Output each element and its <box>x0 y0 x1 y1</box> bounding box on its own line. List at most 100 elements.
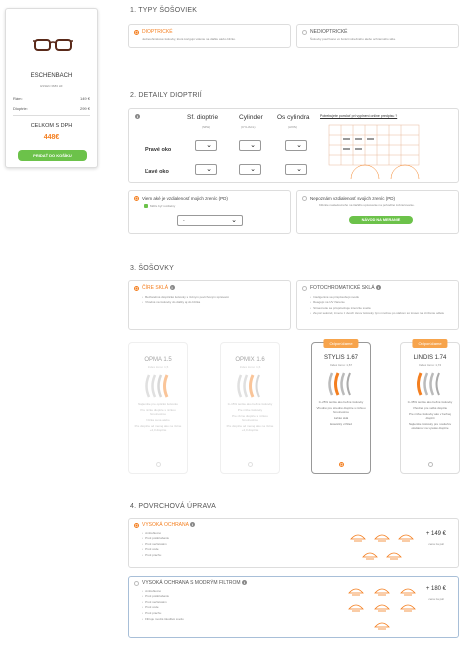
frame-label: Rám: <box>13 96 23 101</box>
brand-name: ESCHENBACH <box>30 73 73 79</box>
pd-unknown-desc: Kliknite nasledovného na tlačidlo upisov… <box>319 203 415 207</box>
radio-surface-high[interactable] <box>134 523 139 528</box>
surface-option-high[interactable]: VYSOKÁ OCHRANA i Antireflexné Proti pošk… <box>128 518 459 568</box>
info-icon[interactable]: i <box>241 580 247 586</box>
lens-index: Index lomu: 1,74 <box>418 363 442 367</box>
list-item: Proti poškriabaniu <box>142 594 184 598</box>
photo-label-text: FOTOCHROMATICKÉ SKLÁ <box>310 285 375 291</box>
lens-feature: 0–25% tenšie ako bežné šošovky <box>318 400 364 404</box>
radio-nondioptric[interactable] <box>302 30 307 35</box>
help-link[interactable]: Potrebujete pomôcť pri vyplnení online p… <box>320 114 397 118</box>
col-cyl-sub: (CYL/ACL) <box>241 125 256 129</box>
clear-label: ČÍRE SKLÁ i <box>142 285 175 291</box>
sph-left-select[interactable]: ⌄ <box>195 164 217 175</box>
surface-price: + 180 € <box>425 586 446 592</box>
section-3-title: 3. ŠOŠOVKY <box>130 265 175 272</box>
cyl-right-select[interactable]: ⌄ <box>239 140 261 151</box>
row-right-eye: Pravé oko <box>145 147 172 153</box>
lens-card-lindis[interactable]: Odporúčame LINDIS 1.74 Index lomu: 1,74 … <box>400 339 460 474</box>
surface-features: Antireflexné Proti poškriabaniu Proti ne… <box>142 587 184 622</box>
lens-feature: Pre nízke šošovky <box>237 408 263 412</box>
clear-features: Bezfarebné dioptrické šošovky s rôznym p… <box>142 293 287 306</box>
lens-feature: Najtenšie šošovky pre nositeľov okuliaro… <box>408 422 452 430</box>
add-to-cart-button[interactable]: PRIDAŤ DO KOŠÍKU <box>18 150 87 161</box>
radio-clear[interactable] <box>134 286 139 291</box>
pd-select[interactable]: - ⌄ <box>177 215 243 226</box>
lens-feature: 0–15% tenšie ako bežné šošovky <box>227 402 273 406</box>
radio-dioptric[interactable] <box>134 30 139 35</box>
measurement-guide-button[interactable]: NÁVOD NA MERANIE <box>349 216 413 224</box>
option-desc: Jednoohniskové šošovky, ktoré korigujú v… <box>142 37 236 41</box>
total-label: CELKOM S DPH <box>30 123 73 129</box>
list-item: Inteligentné sa prispôsobujú svetlu <box>310 295 455 299</box>
clear-lenses-option[interactable]: ČÍRE SKLÁ i Bezfarebné dioptrické šošovk… <box>128 280 291 330</box>
recommended-badge: Odporúčame <box>323 339 359 348</box>
lens-price: 299 € <box>79 106 90 111</box>
pd-known-label: Viem aké je vzdialenosť mojich zreníc (P… <box>142 196 228 201</box>
info-icon[interactable]: i <box>375 285 381 291</box>
lens-index: Index lomu: 1,5 <box>147 365 169 369</box>
prescription-card: i Sf. dioptrie (SPH) Cylinder (CYL/ACL) … <box>128 108 459 183</box>
info-icon[interactable]: i <box>169 285 175 291</box>
coating-icons <box>348 588 416 630</box>
list-item: Proti nečistotám <box>142 542 169 546</box>
lens-feature: Nízka cena alebo <box>146 418 170 422</box>
lens-feature: Estetický vzhľad <box>330 422 352 426</box>
lens-card-stylis[interactable]: Odporúčame STYLIS 1.67 Index lomu: 1,67 … <box>311 339 371 474</box>
lens-card-opmix[interactable]: OPMIX 1.6 Index lomu: 1,6 0–15% tenšie a… <box>220 342 280 474</box>
list-item: Stmavnutie sa prispôsobuje intenzite sve… <box>310 306 455 310</box>
radio-lens-lindis[interactable] <box>428 462 433 467</box>
pd-known-card[interactable]: Viem aké je vzdialenosť mojich zreníc (P… <box>128 190 291 234</box>
surface-label: VYSOKÁ OCHRANA S MODRÝM FILTROM i <box>142 580 247 586</box>
sph-right-select[interactable]: ⌄ <box>195 140 217 151</box>
pd-select-value: - <box>183 218 185 224</box>
lens-type-option-dioptric[interactable]: DIOPTRICKÉ Jednoohniskové šošovky, ktoré… <box>128 24 291 48</box>
recommended-badge: Odporúčame <box>412 339 448 348</box>
checkbox-icon[interactable] <box>144 204 148 208</box>
lens-label: Dioptrie: <box>13 106 28 111</box>
lens-profile-icon <box>145 374 169 398</box>
row-left-eye: Ľavé oko <box>145 169 169 175</box>
section-2-title: 2. DETAILY DIOPTRIÍ <box>130 92 202 99</box>
prescription-example-image <box>328 124 420 180</box>
photochromic-lenses-option[interactable]: FOTOCHROMATICKÉ SKLÁ i Inteligentné sa p… <box>296 280 459 330</box>
col-axis-label: Os cylindra <box>277 114 310 121</box>
list-item: Bezfarebné dioptrické šošovky s rôznym p… <box>142 295 287 299</box>
lens-card-opma[interactable]: OPMA 1.5 Index lomu: 1,5 Najtenšie pre o… <box>128 342 188 474</box>
lens-feature: 0–35% tenšie ako bežné šošovky <box>407 400 453 404</box>
model-name: ESSEN 3683 HF <box>40 84 63 88</box>
total-price: 448€ <box>43 134 60 141</box>
photo-features: Inteligentné sa prispôsobujú svetlu Reag… <box>310 293 455 317</box>
info-icon[interactable]: i <box>135 114 140 119</box>
lens-feature: Najtenšie pre optickú šošovku <box>138 402 178 406</box>
radio-pd-known[interactable] <box>134 196 139 201</box>
radio-pd-unknown[interactable] <box>302 196 307 201</box>
list-item: Proti nečistotám <box>142 600 184 604</box>
radio-lens-opma[interactable] <box>156 462 161 467</box>
radio-lens-opmix[interactable] <box>248 462 253 467</box>
lens-feature: Pre rôzne dioptrie s nízkou hmotnosťou <box>232 414 268 422</box>
radio-lens-stylis[interactable] <box>339 462 344 467</box>
surface-label-text: VYSOKÁ OCHRANA <box>142 522 189 528</box>
lens-feature: Pre dioptrie od menej ako na rôzne +2,0 … <box>134 424 182 432</box>
list-item: Proti poškriabaniu <box>142 536 169 540</box>
surface-option-blue-filter[interactable]: VYSOKÁ OCHRANA S MODRÝM FILTROM i Antire… <box>128 576 459 638</box>
axis-left-select[interactable]: ⌄ <box>285 164 307 175</box>
lens-feature: Vhodné pre stredné dioptrie s nízkou hmo… <box>316 406 366 414</box>
lens-type-option-nondioptric[interactable]: NEDIOPTRICKÉ Šošovky používané vo funkci… <box>296 24 459 48</box>
lens-feature: Ľahké sklá <box>333 416 349 420</box>
surface-features: Antireflexné Proti poškriabaniu Proti ne… <box>142 529 169 559</box>
product-card: ESCHENBACH ESSEN 3683 HF Rám: 149 € Diop… <box>5 8 98 168</box>
cyl-left-select[interactable]: ⌄ <box>239 164 261 175</box>
info-icon[interactable]: i <box>190 522 196 528</box>
list-item: Proti prachu <box>142 611 184 615</box>
axis-right-select[interactable]: ⌄ <box>285 140 307 151</box>
clear-label-text: ČÍRE SKLÁ <box>142 285 169 291</box>
list-item: Proti vode <box>142 547 169 551</box>
list-item: Proti vode <box>142 605 184 609</box>
pd-unknown-card[interactable]: Nepoznám vzdialenosť svojich zreníc (PD)… <box>296 190 459 234</box>
surface-price-note: cena za pár <box>428 542 444 546</box>
radio-photochromic[interactable] <box>302 286 307 291</box>
list-item: Antireflexné <box>142 531 169 535</box>
radio-surface-blue[interactable] <box>134 581 139 586</box>
